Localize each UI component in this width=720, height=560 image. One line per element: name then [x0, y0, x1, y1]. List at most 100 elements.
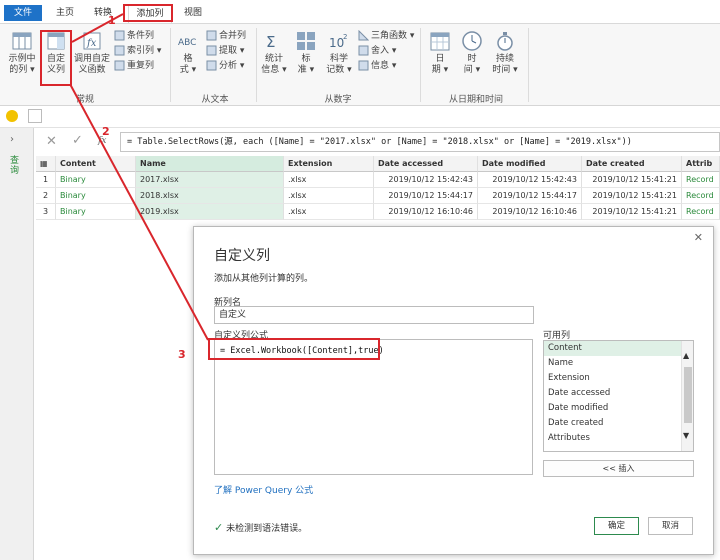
extension-cell[interactable]: .xlsx: [284, 204, 374, 220]
ribbon: 示例中 的列 ▾ 自定 义列 fx 调用自定 义函数 条件列 索引列 ▾ 重复列…: [0, 24, 720, 106]
group-separator: [170, 28, 171, 102]
extension-cell[interactable]: .xlsx: [284, 172, 374, 188]
column-from-examples-button[interactable]: 示例中 的列 ▾: [4, 30, 40, 76]
formula-input[interactable]: = Table.SelectRows(源, each ([Name] = "20…: [120, 132, 720, 152]
column-header-attributes[interactable]: Attrib: [682, 156, 720, 172]
button-label: 分析 ▾: [219, 61, 245, 71]
learn-formula-link[interactable]: 了解 Power Query 公式: [214, 483, 313, 496]
list-item[interactable]: Date created: [544, 416, 682, 431]
name-cell[interactable]: 2017.xlsx: [136, 172, 284, 188]
column-header-date-accessed[interactable]: Date accessed: [374, 156, 478, 172]
attributes-cell[interactable]: Record: [682, 204, 720, 220]
button-label: 提取 ▾: [219, 46, 245, 56]
scroll-down-icon[interactable]: ▼: [683, 431, 689, 440]
extract-button[interactable]: 提取 ▾: [206, 45, 244, 59]
close-icon[interactable]: ✕: [694, 231, 703, 244]
extension-cell[interactable]: .xlsx: [284, 188, 374, 204]
list-item[interactable]: Date accessed: [544, 386, 682, 401]
available-columns-list[interactable]: Content Name Extension Date accessed Dat…: [543, 340, 694, 452]
duplicate-column-button[interactable]: 重复列: [114, 60, 154, 74]
list-item[interactable]: Content: [544, 341, 682, 356]
analyze-button[interactable]: 分析 ▾: [206, 60, 244, 74]
trigonometry-button[interactable]: 三角函数 ▾: [358, 30, 414, 44]
statistics-button[interactable]: Σ 统计 信息 ▾: [260, 30, 288, 76]
date-created-cell[interactable]: 2019/10/12 15:41:21: [582, 172, 682, 188]
row-number[interactable]: 2: [36, 188, 56, 204]
button-label: 索引列 ▾: [127, 46, 162, 56]
standard-button[interactable]: 标 准 ▾: [292, 30, 320, 76]
list-item[interactable]: Name: [544, 356, 682, 371]
list-item[interactable]: Attributes: [544, 431, 682, 446]
button-label: 信息 ▾: [371, 61, 397, 71]
button-label: 时间 ▾: [492, 65, 518, 75]
cancel-button[interactable]: 取消: [648, 517, 693, 535]
content-cell[interactable]: Binary: [56, 188, 136, 204]
date-accessed-cell[interactable]: 2019/10/12 15:42:43: [374, 172, 478, 188]
merge-icon: [206, 30, 217, 41]
group-label-general: 常规: [75, 95, 94, 105]
smiley-icon[interactable]: [6, 110, 18, 122]
date-created-cell[interactable]: 2019/10/12 15:41:21: [582, 188, 682, 204]
date-created-cell[interactable]: 2019/10/12 15:41:21: [582, 204, 682, 220]
info-icon: [358, 60, 369, 71]
date-modified-cell[interactable]: 2019/10/12 16:10:46: [478, 204, 582, 220]
date-accessed-cell[interactable]: 2019/10/12 15:44:17: [374, 188, 478, 204]
invoke-custom-function-button[interactable]: fx 调用自定 义函数: [72, 30, 112, 76]
date-modified-cell[interactable]: 2019/10/12 15:42:43: [478, 172, 582, 188]
button-label: 重复列: [127, 61, 155, 71]
format-button[interactable]: ABC 格 式 ▾: [174, 30, 202, 76]
list-item[interactable]: Extension: [544, 371, 682, 386]
column-header-extension[interactable]: Extension: [284, 156, 374, 172]
scientific-button[interactable]: 10 2 科学 记数 ▾: [324, 30, 354, 76]
conditional-column-button[interactable]: 条件列: [114, 30, 154, 44]
date-modified-cell[interactable]: 2019/10/12 15:44:17: [478, 188, 582, 204]
name-cell[interactable]: 2018.xlsx: [136, 188, 284, 204]
cancel-formula-icon[interactable]: ✕: [46, 134, 57, 149]
insert-button[interactable]: << 插入: [543, 460, 694, 477]
attributes-cell[interactable]: Record: [682, 172, 720, 188]
attributes-cell[interactable]: Record: [682, 188, 720, 204]
tab-file[interactable]: 文件: [4, 5, 42, 21]
row-number[interactable]: 1: [36, 172, 56, 188]
list-item[interactable]: Date modified: [544, 401, 682, 416]
name-cell[interactable]: 2019.xlsx: [136, 204, 284, 220]
dropdown-box[interactable]: [28, 109, 42, 123]
duration-button[interactable]: 持续 时间 ▾: [490, 30, 520, 76]
commit-formula-icon[interactable]: ✓: [72, 133, 83, 148]
merge-columns-button[interactable]: 合并列: [206, 30, 246, 44]
tab-view[interactable]: 视图: [180, 5, 206, 23]
column-header-name[interactable]: Name: [136, 156, 284, 172]
expand-chevron-icon[interactable]: ›: [10, 134, 14, 145]
stopwatch-icon: [497, 32, 513, 51]
new-column-name-input[interactable]: 自定义: [214, 306, 534, 324]
button-label: 期 ▾: [431, 65, 449, 75]
button-label: 记数 ▾: [326, 65, 352, 75]
conditional-icon: [114, 30, 125, 41]
scroll-up-icon[interactable]: ▲: [683, 351, 689, 360]
rounding-button[interactable]: 舍入 ▾: [358, 45, 396, 59]
scroll-thumb[interactable]: [684, 367, 692, 423]
date-button[interactable]: 日 期 ▾: [426, 30, 454, 76]
column-header-date-created[interactable]: Date created: [582, 156, 682, 172]
row-number[interactable]: 3: [36, 204, 56, 220]
table-menu-icon[interactable]: ▦: [36, 156, 56, 172]
queries-pane-collapsed: › 查询: [0, 128, 34, 560]
button-label: 式 ▾: [179, 65, 197, 75]
annotation-box-formula: [208, 338, 380, 360]
scrollbar[interactable]: ▲ ▼: [681, 341, 693, 451]
column-header-label: Extension: [288, 159, 333, 168]
date-accessed-cell[interactable]: 2019/10/12 16:10:46: [374, 204, 478, 220]
column-header-label: Name: [140, 159, 166, 168]
button-label: 时: [467, 54, 477, 64]
queries-label[interactable]: 查询: [10, 156, 22, 176]
ok-button[interactable]: 确定: [594, 517, 639, 535]
time-button[interactable]: 时 间 ▾: [458, 30, 486, 76]
content-cell[interactable]: Binary: [56, 172, 136, 188]
button-label: 间 ▾: [463, 65, 481, 75]
content-cell[interactable]: Binary: [56, 204, 136, 220]
tab-home[interactable]: 主页: [52, 5, 78, 23]
column-header-date-modified[interactable]: Date modified: [478, 156, 582, 172]
information-button[interactable]: 信息 ▾: [358, 60, 396, 74]
column-header-content[interactable]: Content: [56, 156, 136, 172]
index-column-button[interactable]: 索引列 ▾: [114, 45, 161, 59]
